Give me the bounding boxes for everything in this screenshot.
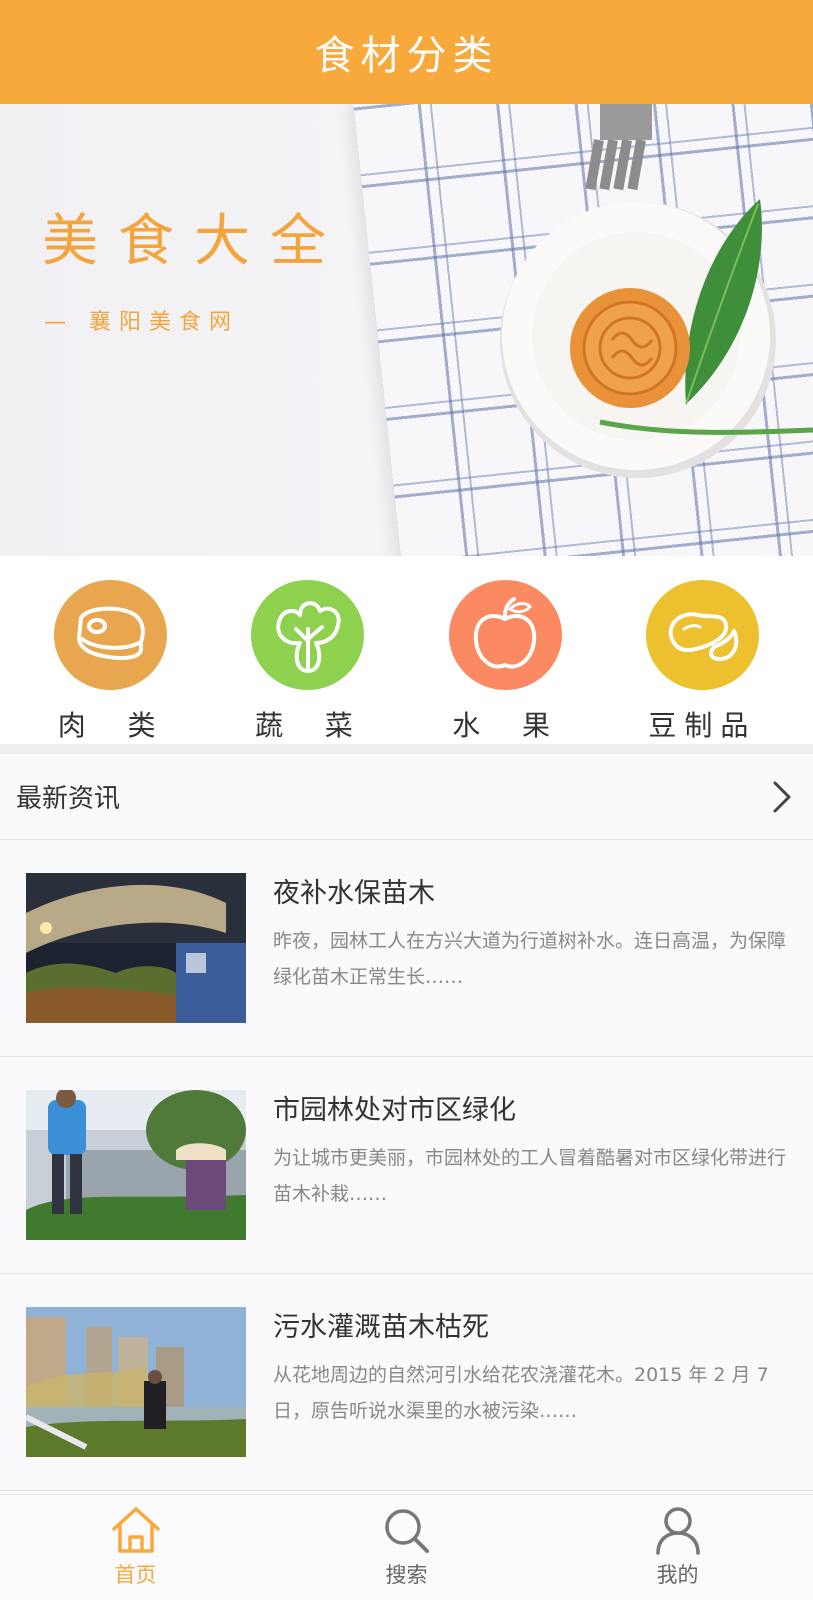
tab-search[interactable]: 搜索: [271, 1495, 542, 1600]
news-thumbnail: [26, 1090, 246, 1240]
news-thumbnail: [26, 873, 246, 1023]
bottom-tab-bar: 首页 搜索 我的: [0, 1494, 813, 1600]
category-vegetable[interactable]: 蔬 菜: [233, 556, 383, 744]
news-section-header[interactable]: 最新资讯: [0, 754, 813, 840]
news-item[interactable]: 夜补水保苗木 昨夜，园林工人在方兴大道为行道树补水。连日高温，为保障绿化苗木正常…: [0, 841, 813, 1057]
news-thumbnail: [26, 1307, 246, 1457]
app: 食材分类 美食大全 — 襄阳美食网 肉 类 蔬 菜 水 果 豆制品 最新资讯 夜…: [0, 0, 813, 1600]
news-description: 昨夜，园林工人在方兴大道为行道树补水。连日高温，为保障绿化苗木正常生长……: [273, 930, 787, 988]
category-row: 肉 类 蔬 菜 水 果 豆制品: [0, 556, 813, 744]
user-icon: [655, 1507, 700, 1555]
news-title: 夜补水保苗木: [273, 878, 435, 909]
banner-subtitle: — 襄阳美食网: [44, 310, 239, 335]
category-meat[interactable]: 肉 类: [36, 556, 186, 744]
news-item[interactable]: 污水灌溉苗木枯死 从花地周边的自然河引水给花农浇灌花木。2015 年 2 月 7…: [0, 1275, 813, 1491]
news-title: 市园林处对市区绿化: [273, 1095, 516, 1126]
category-label: 蔬 菜: [254, 709, 361, 742]
tab-label: 我的: [656, 1563, 699, 1587]
meat-icon: [54, 580, 168, 690]
header-bar: 食材分类: [0, 0, 813, 104]
apple-icon: [448, 580, 562, 690]
category-label: 豆制品: [648, 709, 757, 742]
category-bean[interactable]: 豆制品: [627, 556, 777, 744]
news-title: 污水灌溉苗木枯死: [273, 1312, 489, 1343]
mooncake-plate-illustration: [500, 104, 813, 478]
page-title: 食材分类: [314, 33, 499, 79]
news-section-title: 最新资讯: [16, 784, 121, 814]
category-fruit[interactable]: 水 果: [430, 556, 580, 744]
tab-home[interactable]: 首页: [0, 1495, 271, 1600]
section-divider: [0, 744, 813, 754]
tab-label: 首页: [114, 1563, 157, 1587]
news-description: 从花地周边的自然河引水给花农浇灌花木。2015 年 2 月 7 日，原告听说水渠…: [273, 1364, 769, 1422]
news-item[interactable]: 市园林处对市区绿化 为让城市更美丽，市园林处的工人冒着酷暑对市区绿化带进行苗木补…: [0, 1058, 813, 1274]
tab-profile[interactable]: 我的: [542, 1495, 813, 1600]
chevron-right-icon[interactable]: [767, 777, 797, 817]
tab-label: 搜索: [385, 1563, 428, 1587]
category-label: 肉 类: [57, 709, 164, 742]
home-icon: [111, 1507, 160, 1553]
category-label: 水 果: [452, 709, 559, 742]
search-icon: [384, 1509, 429, 1553]
bean-icon: [645, 580, 759, 690]
news-description: 为让城市更美丽，市园林处的工人冒着酷暑对市区绿化带进行苗木补栽……: [273, 1147, 787, 1205]
vegetable-icon: [251, 580, 365, 690]
banner[interactable]: 美食大全 — 襄阳美食网: [0, 104, 813, 556]
banner-title: 美食大全: [42, 209, 346, 274]
